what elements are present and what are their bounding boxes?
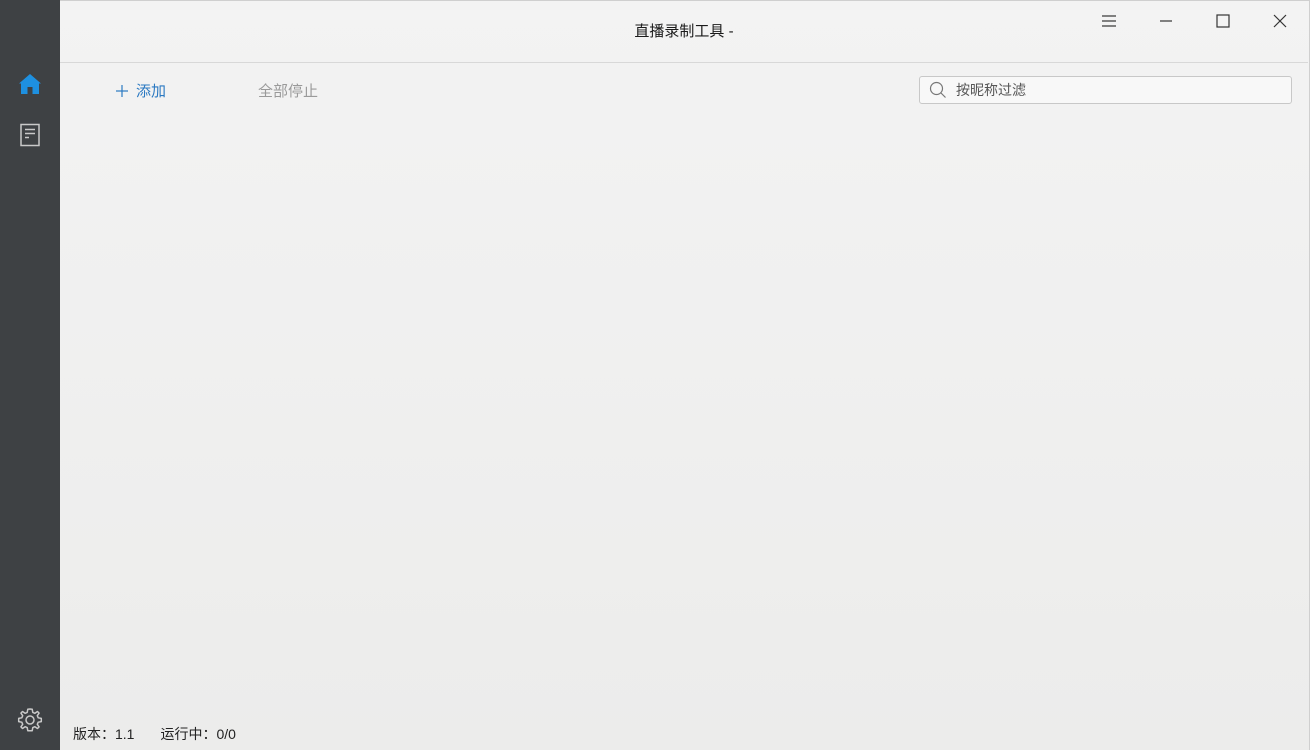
document-icon[interactable] xyxy=(15,120,45,150)
app-window: 直播录制工具 - 添加 全部停止 按昵称过滤 版本：1.1 运行中：0/0 xyxy=(0,0,1310,750)
title-bar[interactable]: 直播录制工具 - xyxy=(60,1,1308,63)
version-status: 版本：1.1 xyxy=(73,724,134,744)
gear-icon[interactable] xyxy=(15,705,45,735)
main-panel: 直播录制工具 - 添加 全部停止 按昵称过滤 版本：1.1 运行中：0/0 xyxy=(60,0,1310,750)
version-label: 版本： xyxy=(73,726,115,742)
add-button-label: 添加 xyxy=(136,83,167,100)
running-status: 运行中：0/0 xyxy=(160,724,235,744)
nickname-filter-input[interactable] xyxy=(956,82,1276,98)
running-label: 运行中： xyxy=(160,726,217,742)
sidebar xyxy=(0,0,60,750)
maximize-icon[interactable] xyxy=(1201,7,1245,35)
version-value: 1.1 xyxy=(115,726,135,742)
plus-icon xyxy=(115,84,129,98)
home-icon[interactable] xyxy=(15,69,45,99)
nickname-filter-box[interactable] xyxy=(919,76,1292,104)
stop-all-button[interactable]: 全部停止 xyxy=(258,80,318,101)
add-button[interactable]: 添加 xyxy=(115,80,166,101)
hamburger-menu-icon[interactable] xyxy=(1087,7,1131,35)
status-bar: 版本：1.1 运行中：0/0 xyxy=(73,724,262,744)
minimize-icon[interactable] xyxy=(1144,7,1188,35)
search-icon xyxy=(928,80,948,100)
running-value: 0/0 xyxy=(216,726,236,742)
close-icon[interactable] xyxy=(1258,7,1302,35)
